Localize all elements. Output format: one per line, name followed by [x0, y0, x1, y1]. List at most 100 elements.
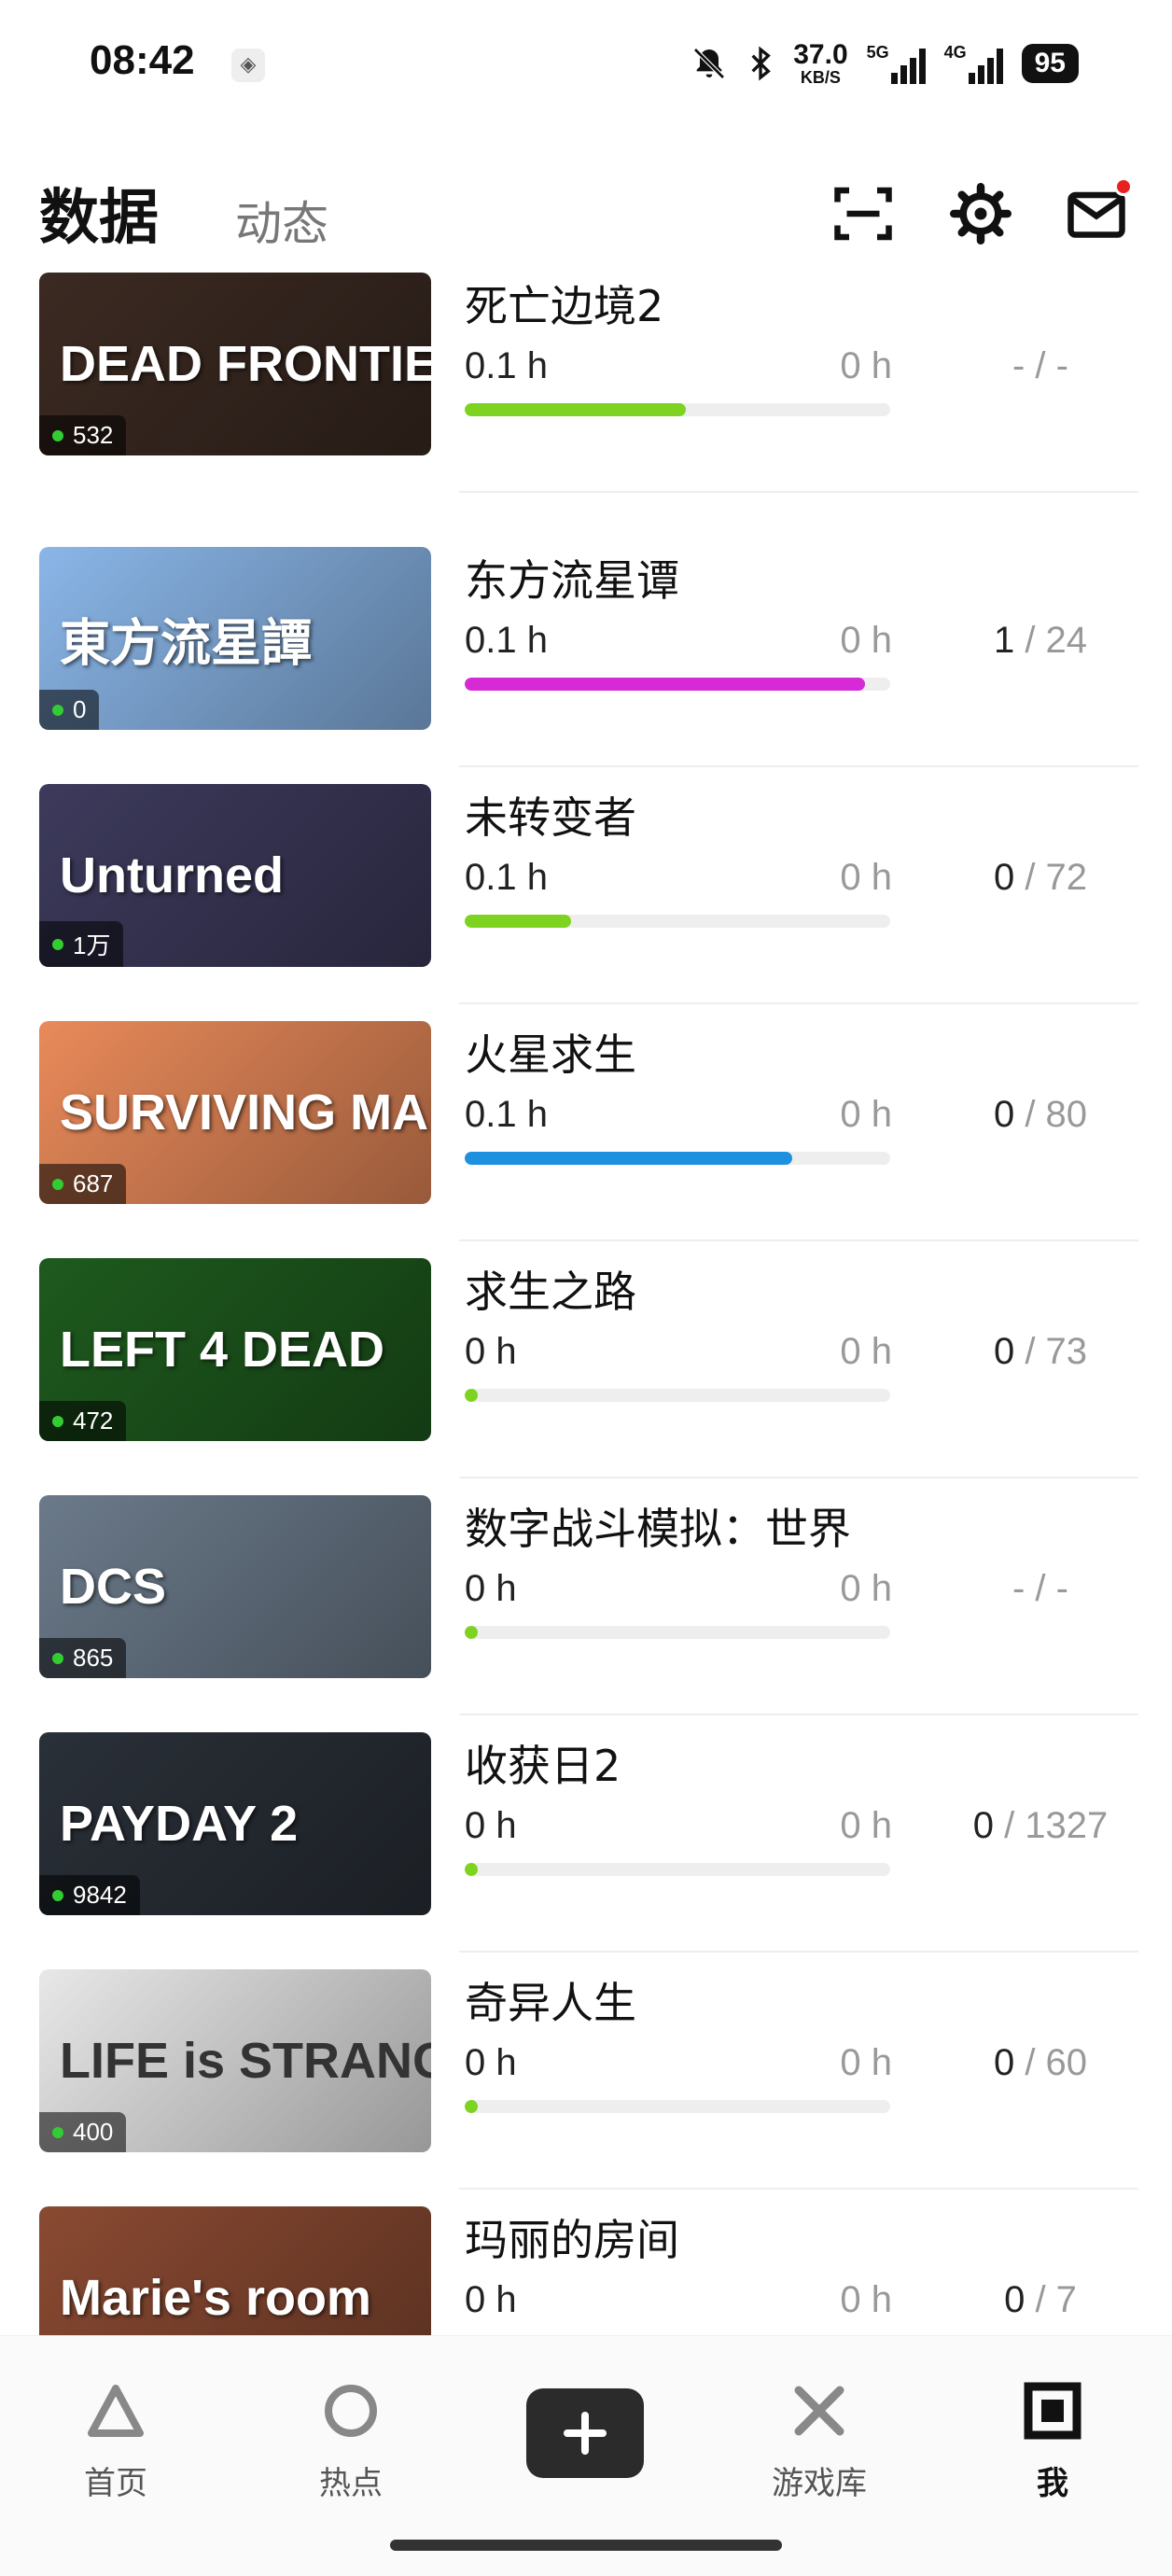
tab-data[interactable]: 数据: [39, 170, 159, 256]
achievements: - / -: [933, 1568, 1148, 1610]
game-thumbnail[interactable]: Marie's room1: [39, 2206, 431, 2335]
player-count: 687: [73, 1169, 114, 1197]
achievements-done: 0: [993, 857, 1015, 898]
scan-icon[interactable]: [830, 181, 896, 246]
game-name: 东方流星谭: [465, 555, 679, 606]
row-divider: [459, 491, 1138, 493]
net-speed: 37.0 KB/S: [793, 39, 848, 87]
player-count-badge: 9842: [39, 1875, 140, 1915]
game-row[interactable]: PAYDAY 2 9842 收获日2 0 h 0 h 0 / 1327: [0, 1732, 1172, 1969]
game-name: 火星求生: [465, 1029, 636, 1080]
net-speed-value: 37.0: [793, 39, 848, 70]
row-divider: [459, 765, 1138, 767]
player-count-badge: 532: [39, 415, 127, 455]
nav-home[interactable]: 首页: [41, 2373, 190, 2503]
achievements: 0 / 1327: [933, 1805, 1148, 1847]
player-count-badge: 687: [39, 1164, 127, 1204]
game-thumbnail[interactable]: 東方流星譚 0: [39, 547, 431, 730]
achievements-done: 0: [1004, 2279, 1026, 2320]
player-count: 400: [73, 2118, 114, 2146]
progress-fill: [465, 915, 571, 928]
online-dot-icon: [52, 2126, 63, 2138]
player-count: 0: [73, 695, 87, 723]
recent-hours: 0 h: [840, 2279, 892, 2320]
game-row[interactable]: 東方流星譚 0 东方流星谭 0.1 h 0 h 1 / 24: [0, 547, 1172, 784]
row-divider: [459, 1477, 1138, 1478]
game-row[interactable]: Marie's room1 玛丽的房间 0 h 0 h 0 / 7: [0, 2206, 1172, 2335]
game-row[interactable]: SURVIVING MARS 687 火星求生 0.1 h 0 h 0 / 80: [0, 1021, 1172, 1258]
tab-dynamics[interactable]: 动态: [235, 187, 328, 254]
game-thumbnail[interactable]: PAYDAY 2 9842: [39, 1732, 431, 1915]
online-dot-icon: [52, 704, 63, 716]
recent-hours: 0 h: [840, 1331, 892, 1372]
bluetooth-icon: [751, 46, 772, 81]
app-notification-icon: ◈: [231, 49, 265, 82]
game-thumbnail[interactable]: LEFT 4 DEAD 472: [39, 1258, 431, 1441]
nav-library[interactable]: 游戏库: [745, 2373, 894, 2503]
gear-icon[interactable]: [948, 181, 1013, 246]
progress-track: [465, 1863, 890, 1876]
total-hours: 0.1 h: [465, 620, 548, 661]
row-divider: [459, 1002, 1138, 1004]
recent-hours: 0 h: [840, 1568, 892, 1609]
total-hours: 0 h: [465, 2042, 517, 2083]
game-thumbnail-title: DEAD FRONTIER II: [60, 336, 431, 392]
player-count-badge: 1万: [39, 921, 124, 967]
online-dot-icon: [52, 1415, 63, 1427]
game-row[interactable]: LEFT 4 DEAD 472 求生之路 0 h 0 h 0 / 73: [0, 1258, 1172, 1495]
progress-fill: [465, 1626, 478, 1639]
game-thumbnail[interactable]: Unturned 1万: [39, 784, 431, 967]
net-speed-unit: KB/S: [800, 68, 841, 87]
game-row[interactable]: DCS 865 数字战斗模拟：世界 0 h 0 h - / -: [0, 1495, 1172, 1732]
game-name: 数字战斗模拟：世界: [465, 1504, 851, 1554]
total-hours: 0 h: [465, 2279, 517, 2320]
recent-hours: 0 h: [840, 1094, 892, 1135]
unread-dot: [1114, 177, 1133, 196]
game-name: 玛丽的房间: [465, 2215, 679, 2265]
progress-track: [465, 2100, 890, 2113]
nav-home-label: 首页: [84, 2465, 147, 2502]
game-row[interactable]: DEAD FRONTIER II 532 死亡边境2 0.1 h 0 h - / -: [0, 273, 1172, 547]
signal-sim1-icon: 5G: [867, 43, 926, 84]
achievements-total: - / -: [1012, 345, 1068, 386]
progress-track: [465, 678, 890, 691]
player-count-badge: 400: [39, 2112, 127, 2152]
recent-hours: 0 h: [840, 345, 892, 386]
achievements-total: / 24: [1014, 620, 1088, 661]
total-hours: 0.1 h: [465, 1094, 548, 1135]
game-row[interactable]: LIFE is STRANGE 400 奇异人生 0 h 0 h 0 / 60: [0, 1969, 1172, 2206]
add-button[interactable]: [526, 2388, 644, 2478]
online-dot-icon: [52, 1652, 63, 1664]
game-name: 未转变者: [465, 792, 636, 843]
achievements-total: - / -: [1012, 1568, 1068, 1609]
achievements: 1 / 24: [933, 620, 1148, 662]
nav-hot[interactable]: 热点: [276, 2373, 426, 2503]
progress-fill: [465, 403, 687, 416]
progress-fill: [465, 1389, 478, 1402]
player-count-badge: 472: [39, 1401, 127, 1441]
status-time: 08:42: [90, 37, 195, 83]
game-thumbnail[interactable]: LIFE is STRANGE 400: [39, 1969, 431, 2152]
mail-icon[interactable]: [1064, 177, 1133, 246]
achievements-done: 1: [993, 620, 1015, 661]
player-count: 472: [73, 1407, 114, 1435]
square-icon: [1024, 2382, 1081, 2440]
row-divider: [459, 2188, 1138, 2190]
online-dot-icon: [52, 1178, 63, 1190]
game-thumbnail-title: Marie's room: [60, 2270, 371, 2326]
game-thumbnail[interactable]: SURVIVING MARS 687: [39, 1021, 431, 1204]
game-row[interactable]: Unturned 1万 未转变者 0.1 h 0 h 0 / 72: [0, 784, 1172, 1021]
game-thumbnail-title: LIFE is STRANGE: [60, 2033, 431, 2089]
sim1-label: 5G: [866, 43, 889, 62]
game-thumbnail[interactable]: DCS 865: [39, 1495, 431, 1678]
achievements-total: / 7: [1025, 2279, 1077, 2320]
bell-muted-icon: [693, 48, 726, 79]
online-dot-icon: [52, 938, 63, 950]
recent-hours: 0 h: [840, 620, 892, 661]
nav-me[interactable]: 我: [978, 2373, 1127, 2503]
game-thumbnail[interactable]: DEAD FRONTIER II 532: [39, 273, 431, 455]
game-thumbnail-title: DCS: [60, 1559, 167, 1615]
game-thumbnail-title: LEFT 4 DEAD: [60, 1322, 385, 1378]
achievements: 0 / 7: [933, 2279, 1148, 2321]
total-hours: 0 h: [465, 1331, 517, 1372]
